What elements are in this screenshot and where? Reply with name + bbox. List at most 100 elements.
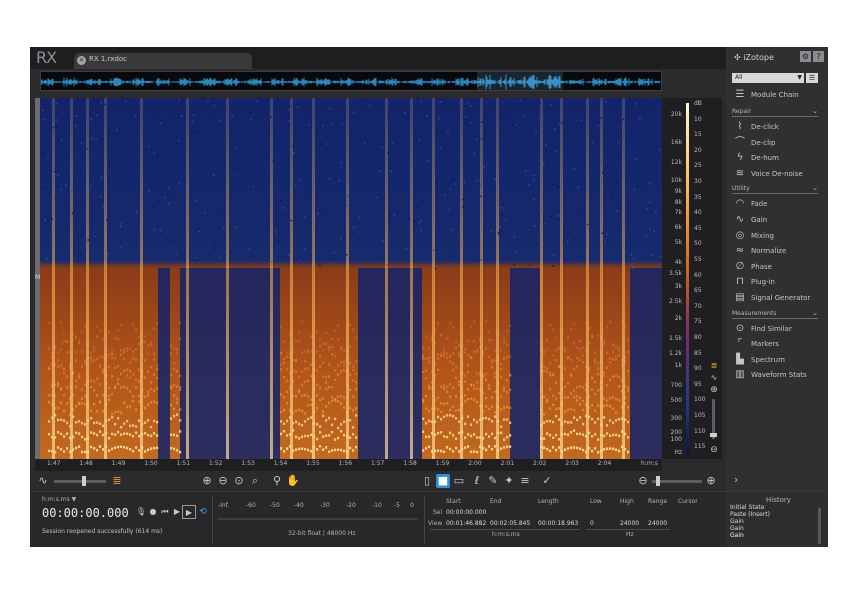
- overview-view-window[interactable]: [477, 72, 563, 91]
- module-voice-de-noise[interactable]: ≋ Voice De-noise: [732, 167, 822, 181]
- gear-icon[interactable]: ⚙: [800, 51, 811, 62]
- hand-icon[interactable]: ✋: [286, 474, 300, 488]
- module-filter-dropdown[interactable]: All ▼: [732, 73, 804, 83]
- module-de-click[interactable]: ⌇ De-click: [732, 120, 822, 134]
- frequency-tick: 1.2k: [668, 350, 682, 357]
- meter-tick: -50: [270, 502, 280, 509]
- frequency-zoom-controls: ≣ ∿ ⊕ ⊖: [706, 359, 722, 459]
- view-length[interactable]: 00:00:18.963: [538, 520, 578, 527]
- view-range[interactable]: 24000: [648, 520, 667, 527]
- history-item[interactable]: Paste (Insert): [730, 511, 770, 518]
- zoom-selection-icon[interactable]: ⊙: [232, 474, 246, 488]
- frequency-tick: 7k: [674, 209, 682, 216]
- module-filter-value: All: [735, 74, 743, 81]
- history-item[interactable]: Gain: [730, 525, 744, 532]
- time-unit-label: h:m:s.ms: [492, 531, 520, 538]
- zoom-out-icon[interactable]: ⊖: [216, 474, 230, 488]
- module-label: Signal Generator: [751, 294, 811, 302]
- waveform-toggle-icon[interactable]: ∿: [36, 474, 50, 488]
- help-button[interactable]: ?: [813, 51, 824, 62]
- magic-wand-icon[interactable]: ✦: [502, 474, 516, 488]
- title-bar: RX × RX 1.rxdoc: [30, 47, 828, 69]
- zoom-in-frequency-icon[interactable]: ⊕: [707, 383, 721, 397]
- spectrogram[interactable]: [40, 98, 662, 459]
- time-ruler[interactable]: 1:47 1:48 1:49 1:50 1:51 1:52 1:53 1:54 1:55 1:56…: [35, 459, 662, 471]
- zoom-in-icon[interactable]: ⊕: [200, 474, 214, 488]
- spectrogram-view[interactable]: M: [35, 98, 662, 459]
- view-label: View: [428, 520, 443, 527]
- module-label: Plug-in: [751, 278, 775, 287]
- module-markers[interactable]: ⌜ Markers: [732, 337, 822, 351]
- module-waveform-stats[interactable]: ▥ Waveform Stats: [732, 368, 822, 382]
- play-selection-icon[interactable]: ▶: [182, 505, 196, 519]
- module-label: Voice De-noise: [751, 169, 803, 178]
- spectrogram-toggle-icon[interactable]: ≣: [110, 474, 124, 488]
- frequency-select-icon[interactable]: ▭: [452, 474, 466, 488]
- status-area: h:m:s.ms ▼ 00:00:00.000 🎙 ● ⏮ ▶ ▶ ⟲ Sess…: [30, 491, 828, 547]
- module-fade[interactable]: ◠ Fade: [732, 197, 822, 211]
- module-signal-generator[interactable]: ▤ Signal Generator: [732, 291, 822, 305]
- slider-thumb[interactable]: [710, 433, 717, 437]
- frequency-tick: 100: [670, 436, 682, 443]
- history-scrollbar[interactable]: [818, 508, 821, 544]
- zoom-in-time-icon[interactable]: ⊕: [704, 474, 718, 488]
- module-spectrum[interactable]: ▙ Spectrum: [732, 353, 822, 367]
- section-measurements[interactable]: Measurements ⌄: [732, 309, 818, 319]
- instant-process-icon[interactable]: ✓: [540, 474, 554, 488]
- zoom-fit-icon[interactable]: ⌕: [248, 474, 262, 488]
- frequency-zoom-slider[interactable]: [710, 399, 717, 439]
- spectrogram-background: [40, 98, 662, 459]
- find-similar-icon: ⊙: [735, 322, 745, 334]
- module-de-clip[interactable]: ⌒ De-clip: [732, 136, 822, 150]
- document-tab[interactable]: × RX 1.rxdoc: [74, 53, 252, 69]
- module-mixing[interactable]: ◎ Mixing: [732, 229, 822, 243]
- frequency-tick: 3k: [674, 283, 682, 290]
- brush-icon[interactable]: ✎: [486, 474, 500, 488]
- history-item[interactable]: Initial State: [730, 504, 764, 511]
- zoom-out-time-icon[interactable]: ⊖: [636, 474, 650, 488]
- slider-thumb[interactable]: [82, 476, 86, 486]
- time-select-icon[interactable]: ▯: [420, 474, 434, 488]
- chevron-right-icon[interactable]: ›: [734, 473, 738, 486]
- time-tick: 1:59: [435, 460, 450, 467]
- view-high[interactable]: 24000: [620, 520, 639, 527]
- audio-format: 32-bit float | 48000 Hz: [288, 530, 356, 537]
- declip-icon: ⌒: [735, 136, 745, 148]
- frequency-tick: 2.5k: [668, 298, 682, 305]
- time-frequency-select-icon[interactable]: ■: [436, 474, 450, 488]
- view-end[interactable]: 00:02:05.845: [490, 520, 530, 527]
- module-find-similar[interactable]: ⊙ Find Similar: [732, 322, 822, 336]
- time-tick: 1:53: [241, 460, 255, 467]
- db-tick: 90: [694, 365, 702, 373]
- module-normalize[interactable]: ≈ Normalize: [732, 244, 822, 258]
- db-tick: 60: [694, 271, 702, 279]
- zoom-out-frequency-icon[interactable]: ⊖: [707, 443, 721, 457]
- slider-thumb[interactable]: [656, 476, 660, 486]
- list-view-icon[interactable]: ☰: [806, 73, 818, 83]
- view-low[interactable]: 0: [590, 520, 594, 527]
- history-item-current[interactable]: Gain: [730, 532, 744, 539]
- module-plug-in[interactable]: ⊓ Plug-in: [732, 275, 822, 289]
- magnify-icon[interactable]: ⚲: [270, 474, 284, 488]
- lasso-icon[interactable]: ℓ: [470, 474, 484, 488]
- view-start[interactable]: 00:01:46.882: [446, 520, 486, 527]
- frequency-tick: 200: [670, 429, 682, 436]
- section-utility[interactable]: Utility ⌄: [732, 184, 818, 195]
- module-de-hum[interactable]: ϟ De-hum: [732, 151, 822, 165]
- section-repair[interactable]: Repair ⌄: [732, 107, 818, 117]
- time-format-dropdown[interactable]: h:m:s.ms ▼: [42, 496, 76, 503]
- waveform-overview[interactable]: [40, 71, 662, 91]
- frequency-tick: 4k: [674, 259, 682, 266]
- time-zoom-slider[interactable]: [652, 476, 702, 486]
- loop-icon[interactable]: ⟲: [196, 505, 210, 519]
- module-chain-button[interactable]: ☰ Module Chain: [732, 88, 822, 102]
- time-tick: 1:50: [144, 460, 158, 467]
- spectrogram-blend-slider[interactable]: [54, 476, 106, 486]
- module-phase[interactable]: ∅ Phase: [732, 260, 822, 274]
- module-gain[interactable]: ∿ Gain: [732, 213, 822, 227]
- history-item[interactable]: Gain: [730, 518, 744, 525]
- sel-start[interactable]: 00:00:00.000: [446, 509, 486, 516]
- close-icon[interactable]: ×: [77, 56, 86, 65]
- harmonic-select-icon[interactable]: ≡: [518, 474, 532, 488]
- divider: [430, 529, 580, 530]
